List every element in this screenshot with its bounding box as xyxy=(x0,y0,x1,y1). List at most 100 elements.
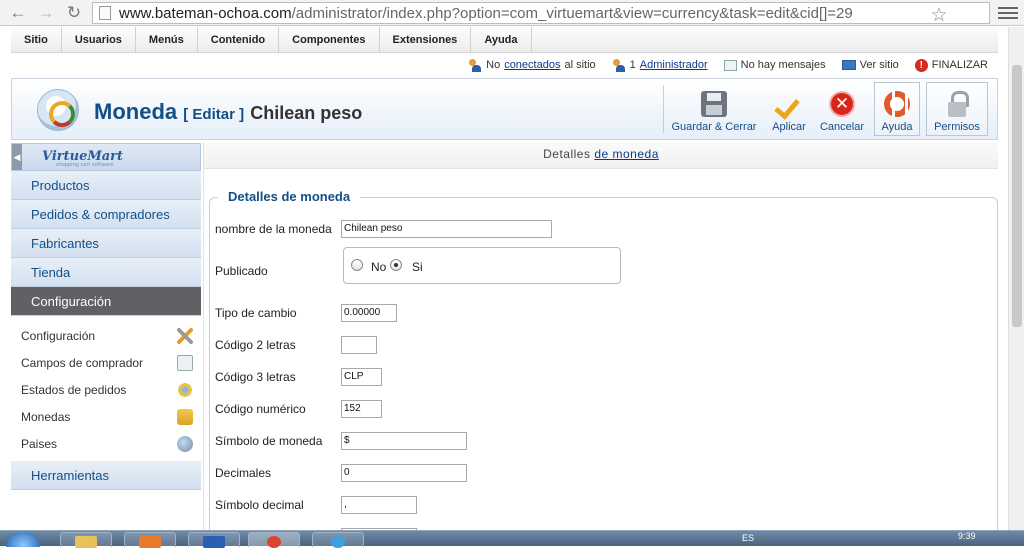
numeric-code-label: Código numérico xyxy=(215,402,306,416)
decimals-input[interactable]: 0 xyxy=(341,464,467,482)
scrollbar-thumb[interactable] xyxy=(1012,65,1022,327)
start-button-icon[interactable] xyxy=(6,532,40,547)
currency-name-label: nombre de la moneda xyxy=(215,222,332,236)
back-arrow-icon[interactable]: ← xyxy=(6,2,30,24)
taskbar-explorer-button[interactable] xyxy=(60,532,112,548)
virtuemart-logo: VirtueMart shopping cart software xyxy=(42,149,124,168)
currency-symbol-label: Símbolo de moneda xyxy=(215,434,323,448)
menu-item-menus[interactable]: Menús xyxy=(136,27,198,53)
form-fields-icon xyxy=(177,354,193,371)
submenu-item-monedas[interactable]: Monedas xyxy=(11,403,201,430)
order-states-icon xyxy=(177,381,193,398)
save-close-button[interactable]: Guardar & Cerrar xyxy=(671,83,757,135)
permissions-button[interactable]: Permisos xyxy=(926,83,988,135)
published-yes-label: Si xyxy=(412,260,423,274)
reload-icon[interactable]: ↻ xyxy=(62,2,86,24)
monitor-icon xyxy=(841,60,856,70)
url-text: www.bateman-ochoa.com/administrator/inde… xyxy=(119,4,853,22)
view-site-link[interactable]: Ver sitio xyxy=(841,59,899,71)
published-label: Publicado xyxy=(215,264,268,278)
admin-users-status: 1 Administrador xyxy=(612,58,708,72)
word-icon xyxy=(203,536,225,548)
coins-icon xyxy=(177,408,193,425)
numeric-code-input[interactable]: 152 xyxy=(341,400,382,418)
browser-menu-icon[interactable] xyxy=(998,3,1018,23)
configuration-submenu: Configuración Campos de comprador Estado… xyxy=(11,316,201,461)
messages-status: No hay mensajes xyxy=(723,59,826,71)
lifebuoy-icon xyxy=(884,91,910,117)
submenu-item-paises[interactable]: Paises xyxy=(11,430,201,457)
exchange-rate-label: Tipo de cambio xyxy=(215,306,297,320)
menu-item-sitio[interactable]: Sitio xyxy=(11,27,62,53)
virtuemart-sidebar: ◀ VirtueMart shopping cart software Prod… xyxy=(11,143,201,530)
address-bar[interactable]: www.bateman-ochoa.com/administrator/inde… xyxy=(92,2,990,27)
cancel-button[interactable]: ✕ Cancelar xyxy=(816,83,868,135)
online-users-status: No conectados al sitio xyxy=(468,58,596,72)
sidebar-item-productos[interactable]: Productos xyxy=(11,171,201,200)
apply-button[interactable]: Aplicar xyxy=(764,83,814,135)
menu-item-contenido[interactable]: Contenido xyxy=(198,27,280,53)
currency-logo-icon xyxy=(37,89,79,131)
code-2-letters-input[interactable] xyxy=(341,336,377,354)
sidebar-item-tienda[interactable]: Tienda xyxy=(11,258,201,287)
forward-arrow-icon[interactable]: → xyxy=(34,2,58,24)
code-3-letters-label: Código 3 letras xyxy=(215,370,296,384)
code-3-letters-input[interactable]: CLP xyxy=(341,368,382,386)
page-scrollbar[interactable] xyxy=(1008,27,1024,530)
taskbar-ie-button[interactable] xyxy=(312,532,364,548)
windows-taskbar: ES 9:39 xyxy=(0,530,1024,548)
published-yes-radio[interactable] xyxy=(390,259,402,271)
menu-item-usuarios[interactable]: Usuarios xyxy=(62,27,136,53)
sidebar-item-configuracion[interactable]: Configuración xyxy=(11,287,201,316)
taskbar-chrome-button[interactable] xyxy=(248,532,300,548)
sidebar-item-pedidos[interactable]: Pedidos & compradores xyxy=(11,200,201,229)
taskbar-word-button[interactable] xyxy=(188,532,240,548)
tab-currency-details[interactable]: de moneda xyxy=(594,147,659,161)
code-2-letters-label: Código 2 letras xyxy=(215,338,296,352)
tools-icon xyxy=(177,327,193,344)
menu-item-extensiones[interactable]: Extensiones xyxy=(380,27,472,53)
menu-item-componentes[interactable]: Componentes xyxy=(279,27,380,53)
toolbar-divider xyxy=(663,85,664,133)
submenu-item-estados-pedidos[interactable]: Estados de pedidos xyxy=(11,376,201,403)
folder-icon xyxy=(75,536,97,548)
logout-link[interactable]: ! FINALIZAR xyxy=(914,58,988,72)
currency-name-input[interactable]: Chilean peso xyxy=(341,220,552,238)
title-toolbar: Moneda [ Editar ] Chilean peso Guardar &… xyxy=(11,78,998,140)
sidebar-item-fabricantes[interactable]: Fabricantes xyxy=(11,229,201,258)
lock-icon xyxy=(944,91,970,117)
cancel-icon: ✕ xyxy=(829,91,855,117)
exchange-rate-input[interactable]: 0.00000 xyxy=(341,304,397,322)
internet-explorer-icon xyxy=(331,536,345,548)
clock[interactable]: 9:39 xyxy=(958,531,976,541)
sidebar-header: ◀ VirtueMart shopping cart software xyxy=(11,143,201,171)
decimal-symbol-label: Símbolo decimal xyxy=(215,498,304,512)
sidebar-item-herramientas[interactable]: Herramientas xyxy=(11,461,201,490)
online-users-link[interactable]: conectados xyxy=(504,59,560,71)
decimal-symbol-input[interactable]: , xyxy=(341,496,417,514)
language-indicator[interactable]: ES xyxy=(742,533,754,543)
collapse-sidebar-icon[interactable]: ◀ xyxy=(12,144,22,170)
main-content: Detalles de moneda Detalles de moneda no… xyxy=(203,143,998,530)
published-radio-group: No Si xyxy=(343,247,621,284)
save-icon xyxy=(701,91,727,117)
submenu-item-campos-comprador[interactable]: Campos de comprador xyxy=(11,349,201,376)
published-no-radio[interactable] xyxy=(351,259,363,271)
page-icon xyxy=(99,6,111,20)
fieldset-legend: Detalles de moneda xyxy=(218,189,361,204)
browser-toolbar: ← → ↻ www.bateman-ochoa.com/administrato… xyxy=(0,0,1024,26)
page-title: Moneda [ Editar ] Chilean peso xyxy=(94,99,363,124)
chrome-icon xyxy=(267,536,281,548)
menu-item-ayuda[interactable]: Ayuda xyxy=(471,27,532,53)
decimals-label: Decimales xyxy=(215,466,272,480)
bookmark-star-icon[interactable]: ☆ xyxy=(927,3,951,27)
currency-symbol-input[interactable]: $ xyxy=(341,432,467,450)
taskbar-media-button[interactable] xyxy=(124,532,176,548)
submenu-item-configuracion[interactable]: Configuración xyxy=(11,322,201,349)
admin-users-link[interactable]: Administrador xyxy=(640,59,708,71)
details-tab-bar: Detalles de moneda xyxy=(204,143,998,169)
media-player-icon xyxy=(139,536,161,548)
admin-status-bar: No conectados al sitio 1 Administrador N… xyxy=(11,54,998,76)
help-button[interactable]: Ayuda xyxy=(874,83,920,135)
checkmark-icon xyxy=(776,91,802,117)
